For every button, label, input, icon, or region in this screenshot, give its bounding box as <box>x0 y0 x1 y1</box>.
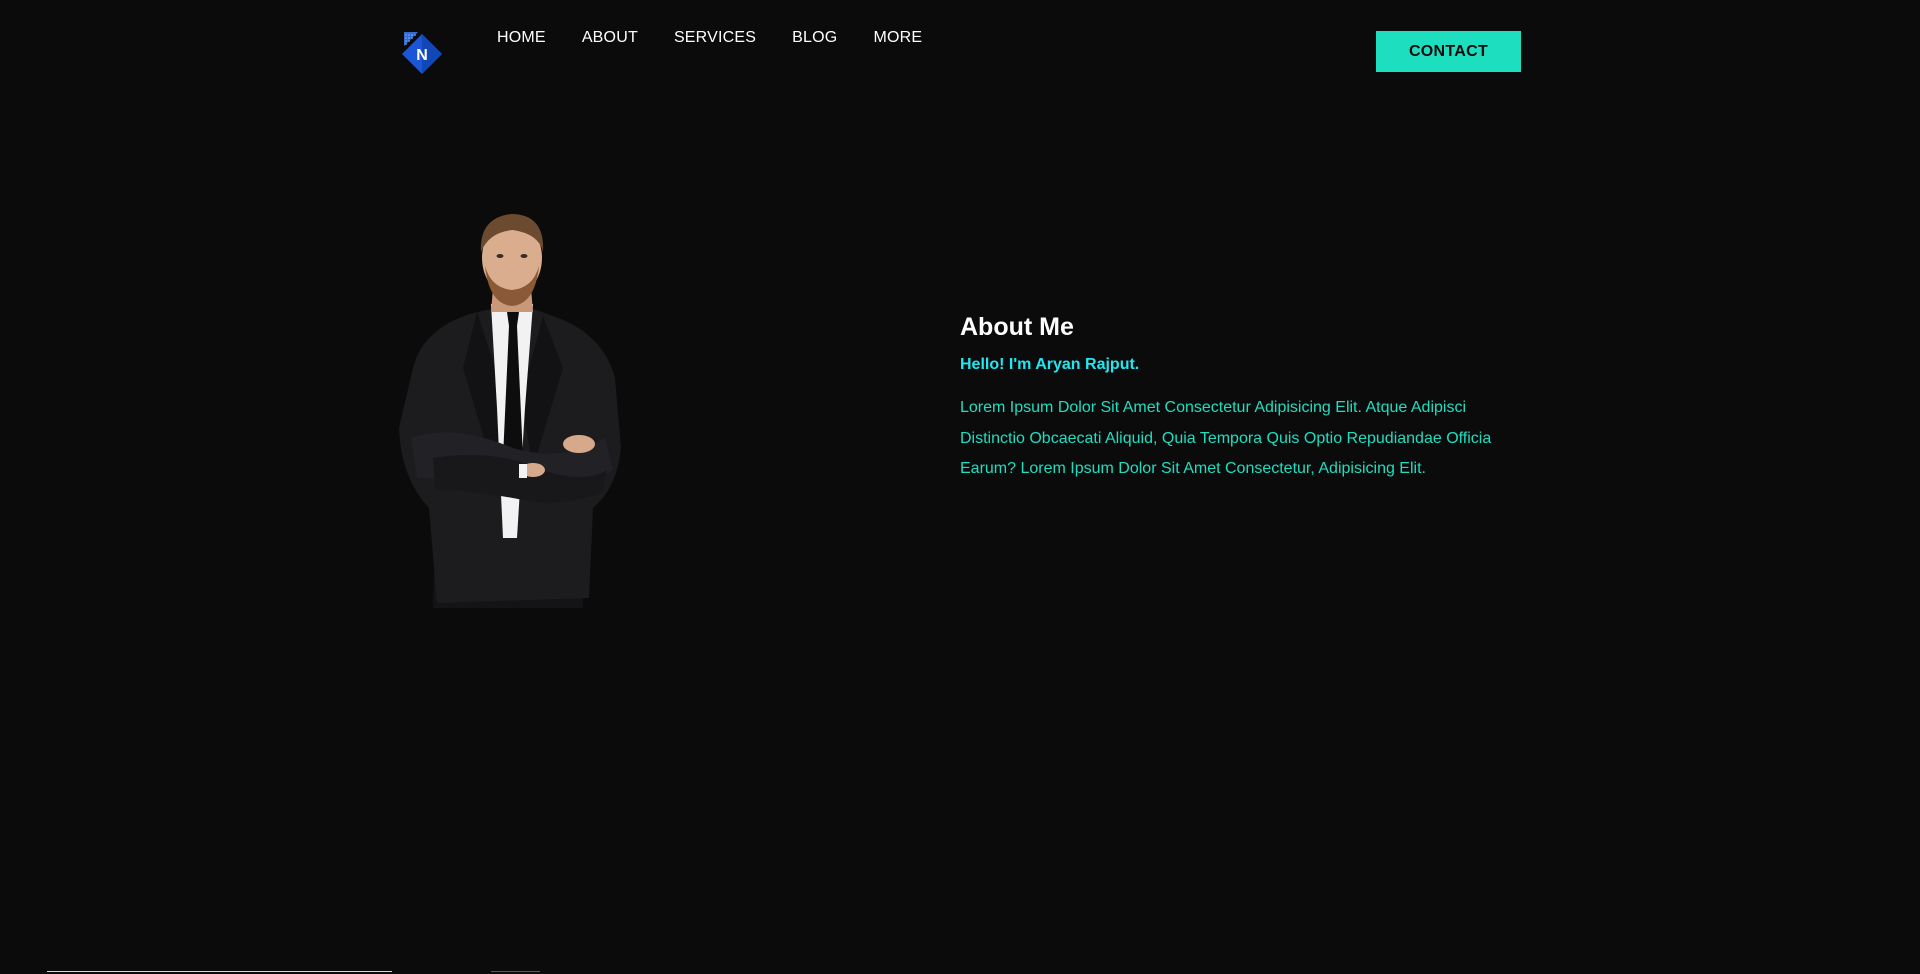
bottom-divider <box>47 971 392 972</box>
bottom-divider-short <box>491 971 540 972</box>
about-greeting: Hello! I'm Aryan Rajput. <box>960 356 1140 373</box>
page: N HOME ABOUT SERVICES BLOG MORE CONTACT <box>0 0 1920 974</box>
main-nav: HOME ABOUT SERVICES BLOG MORE <box>497 28 958 48</box>
site-header: N HOME ABOUT SERVICES BLOG MORE CONTACT <box>0 0 1920 100</box>
nav-more[interactable]: MORE <box>873 28 922 48</box>
svg-text:N: N <box>416 47 428 64</box>
contact-button[interactable]: CONTACT <box>1376 31 1521 72</box>
logo-diamond-icon: N <box>402 32 442 74</box>
businessman-image <box>399 214 621 608</box>
nav-about[interactable]: ABOUT <box>582 28 638 48</box>
nav-blog[interactable]: BLOG <box>792 28 837 48</box>
brand-logo[interactable]: N <box>400 30 444 74</box>
nav-services[interactable]: SERVICES <box>674 28 756 48</box>
about-title: About Me <box>960 313 1074 341</box>
about-section: About Me Hello! I'm Aryan Rajput. Lorem … <box>960 312 1520 485</box>
about-description: Lorem Ipsum Dolor Sit Amet Consectetur A… <box>960 399 1492 477</box>
profile-portrait <box>393 208 633 613</box>
nav-home[interactable]: HOME <box>497 28 546 48</box>
